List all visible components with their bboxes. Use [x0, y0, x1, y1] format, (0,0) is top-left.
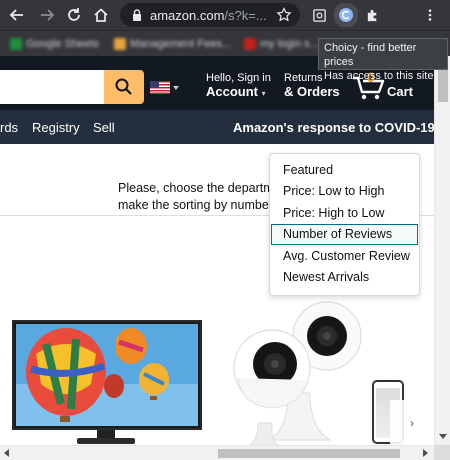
sort-dropdown-menu: Featured Price: Low to High Price: High …	[269, 153, 420, 296]
sort-option-number-of-reviews[interactable]: Number of Reviews	[271, 224, 418, 245]
reload-icon[interactable]	[63, 4, 85, 26]
search-input[interactable]	[0, 70, 104, 104]
monitor-base	[77, 438, 135, 444]
forward-arrow-icon[interactable]	[36, 4, 58, 26]
cart-label[interactable]: Cart	[387, 84, 413, 99]
bookmark-label: my login s...	[260, 38, 319, 50]
search-button[interactable]	[104, 70, 144, 104]
ext-screenshot-icon[interactable]	[309, 5, 329, 25]
account-caret-icon: ▾	[261, 89, 266, 98]
monitor-product-image[interactable]	[12, 320, 202, 430]
nav-item-cards[interactable]: rds	[0, 120, 18, 135]
account-greeting[interactable]: Hello, Sign in	[206, 72, 271, 84]
ext-choicy-icon[interactable]	[334, 3, 358, 27]
bookmark-item[interactable]: my login s...	[244, 37, 319, 51]
orders-link[interactable]: & Orders	[284, 84, 340, 99]
vertical-scrollbar[interactable]	[434, 56, 450, 445]
url-text: amazon.com/s?k=...	[150, 8, 267, 23]
carousel-next-button[interactable]: ›	[390, 400, 434, 445]
sort-option-price-low-high[interactable]: Price: Low to High	[271, 181, 418, 202]
search-icon	[115, 78, 132, 95]
account-menu[interactable]: Account ▾	[206, 84, 266, 99]
sort-option-newest-arrivals[interactable]: Newest Arrivals	[271, 267, 418, 288]
bookmark-favicon	[244, 38, 256, 50]
bookmark-item[interactable]: Management Fees...	[114, 37, 231, 51]
amazon-nav-bar: rds Registry Sell Amazon's response to C…	[0, 110, 435, 144]
bookmark-item[interactable]: Google Sheets	[10, 37, 99, 51]
browser-toolbar: amazon.com/s?k=...	[0, 0, 450, 30]
bookmark-label: Management Fees...	[130, 38, 231, 50]
security-camera-product-image[interactable]	[230, 298, 370, 445]
scroll-down-arrow-icon[interactable]	[439, 434, 447, 439]
us-flag-icon[interactable]	[150, 81, 170, 94]
bookmark-label: Google Sheets	[26, 38, 99, 50]
language-caret-icon[interactable]	[173, 86, 179, 90]
sheets-icon	[10, 38, 22, 50]
menu-dots-icon[interactable]	[420, 5, 440, 25]
sort-option-avg-review[interactable]: Avg. Customer Review	[271, 246, 418, 267]
sort-info-text: Please, choose the departm make the sort…	[118, 180, 274, 214]
tooltip-line-2: Has access to this site	[324, 70, 434, 82]
covid-response-link[interactable]: Amazon's response to COVID-19	[233, 120, 435, 135]
extension-tooltip: Choicy - find better prices Has access t…	[318, 38, 448, 82]
tooltip-line-1: Choicy - find better prices	[324, 42, 417, 68]
scrollbar-corner	[434, 445, 450, 460]
scroll-right-arrow-icon[interactable]	[423, 449, 428, 457]
star-icon[interactable]	[276, 7, 292, 23]
puzzle-icon[interactable]	[362, 5, 382, 25]
back-arrow-icon[interactable]	[6, 4, 28, 26]
scroll-left-arrow-icon[interactable]	[4, 449, 9, 457]
sort-option-featured[interactable]: Featured	[271, 160, 418, 181]
lock-icon[interactable]	[130, 8, 144, 22]
info-line-2: make the sorting by numbe	[118, 198, 269, 212]
horizontal-scroll-thumb[interactable]	[218, 449, 400, 458]
balloon-wallpaper-image	[16, 324, 198, 426]
info-line-1: Please, choose the departm	[118, 181, 274, 195]
folder-icon	[114, 38, 126, 50]
chevron-right-icon: ›	[410, 415, 414, 430]
horizontal-scrollbar[interactable]	[0, 445, 450, 460]
nav-item-sell[interactable]: Sell	[93, 120, 115, 135]
sort-option-price-high-low[interactable]: Price: High to Low	[271, 203, 418, 224]
address-bar[interactable]: amazon.com/s?k=...	[120, 3, 300, 27]
home-icon[interactable]	[90, 4, 112, 26]
returns-label[interactable]: Returns	[284, 72, 323, 84]
nav-item-registry[interactable]: Registry	[32, 120, 80, 135]
